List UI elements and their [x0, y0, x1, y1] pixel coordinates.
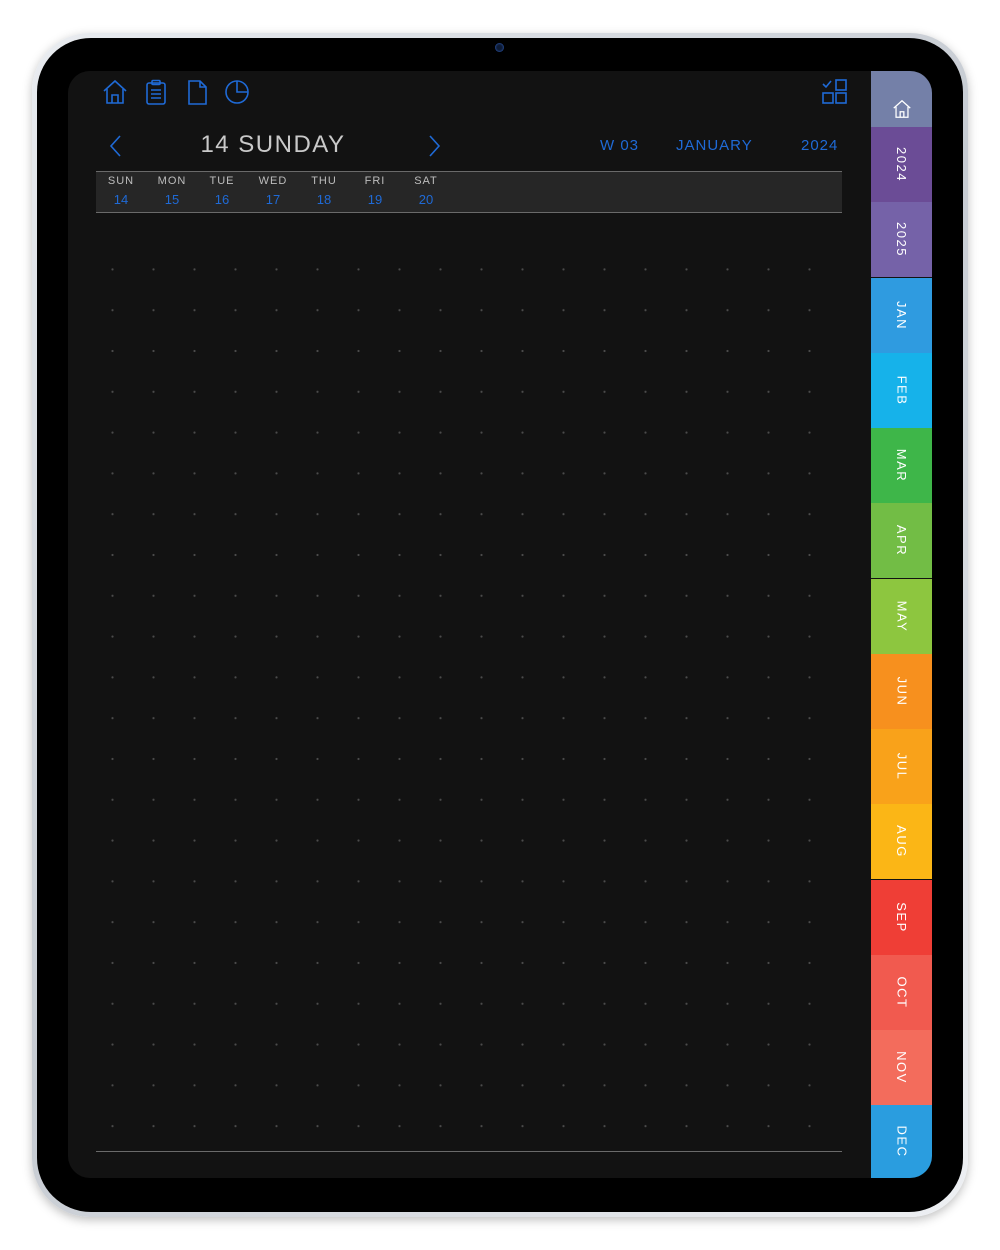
tab-2025[interactable]: 2025: [871, 202, 932, 277]
page-icon[interactable]: [183, 78, 211, 106]
tab-may[interactable]: MAY: [871, 579, 932, 654]
bottom-divider: [96, 1151, 842, 1152]
week-strip: SUN 14 MON 15 TUE 16 WED 17 THU 18 FRI 1…: [96, 171, 842, 213]
page-title: 14 SUNDAY: [200, 131, 346, 158]
tab-label: AUG: [893, 825, 909, 858]
chevron-left-icon[interactable]: [106, 133, 126, 159]
weekday-name: SAT: [414, 175, 438, 187]
weekday-name: WED: [258, 175, 288, 187]
tab-jun[interactable]: JUN: [871, 654, 932, 729]
tab-mar[interactable]: MAR: [871, 428, 932, 503]
weekday-name: SUN: [107, 175, 135, 187]
week-link[interactable]: W 03: [600, 137, 639, 154]
tab-label: SEP: [893, 902, 909, 933]
tab-jul[interactable]: JUL: [871, 729, 932, 804]
front-camera: [495, 43, 504, 52]
weekday-date: 16: [214, 192, 230, 207]
weekday-mon[interactable]: MON 15: [150, 175, 194, 207]
tab-label: DEC: [893, 1125, 909, 1158]
weekday-name: FRI: [364, 175, 386, 187]
tab-nov[interactable]: NOV: [871, 1030, 932, 1105]
tab-label: 2024: [893, 147, 909, 182]
weekday-wed[interactable]: WED 17: [251, 175, 295, 207]
checklist-grid-icon[interactable]: [821, 78, 849, 106]
planner-screen: 14 SUNDAY W 03 JANUARY 2024 SUN 14 MON 1…: [68, 71, 932, 1178]
weekday-date: 20: [418, 192, 434, 207]
weekday-name: THU: [311, 175, 337, 187]
tab-label: JUN: [894, 676, 909, 707]
tab-apr[interactable]: APR: [871, 503, 932, 578]
weekday-name: MON: [157, 175, 187, 187]
pie-chart-icon[interactable]: [223, 78, 251, 106]
weekday-date: 19: [367, 192, 383, 207]
weekday-sat[interactable]: SAT 20: [404, 175, 448, 207]
weekday-date: 17: [265, 192, 281, 207]
month-link[interactable]: JANUARY: [676, 137, 753, 154]
tab-dec[interactable]: DEC: [871, 1105, 932, 1178]
tab-label: MAY: [894, 600, 909, 633]
tab-label: NOV: [893, 1051, 909, 1084]
home-icon: [892, 99, 911, 118]
tab-aug[interactable]: AUG: [871, 804, 932, 879]
weekday-date: 18: [316, 192, 332, 207]
year-link[interactable]: 2024: [801, 137, 838, 154]
tab-label: MAR: [893, 448, 909, 483]
weekday-date: 15: [164, 192, 180, 207]
weekday-sun[interactable]: SUN 14: [99, 175, 143, 207]
tab-feb[interactable]: FEB: [871, 353, 932, 428]
tab-jan[interactable]: JAN: [871, 278, 932, 353]
home-icon[interactable]: [101, 78, 129, 106]
clipboard-icon[interactable]: [142, 78, 170, 106]
side-tabs: 2024 2025 JAN FEB MAR APR MAY JUN JUL AU…: [871, 71, 932, 1178]
weekday-date: 14: [113, 192, 129, 207]
dot-grid-notes-area[interactable]: [92, 249, 848, 1129]
tab-label: APR: [893, 524, 909, 557]
tab-label: JAN: [894, 300, 909, 331]
tab-label: OCT: [893, 976, 909, 1009]
tab-label: FEB: [893, 375, 909, 406]
tab-label: JUL: [894, 752, 909, 781]
chevron-right-icon[interactable]: [424, 133, 444, 159]
weekday-tue[interactable]: TUE 16: [200, 175, 244, 207]
tab-label: 2025: [893, 222, 909, 257]
tab-sep[interactable]: SEP: [871, 880, 932, 955]
weekday-thu[interactable]: THU 18: [302, 175, 346, 207]
tab-2024[interactable]: 2024: [871, 127, 932, 202]
tab-oct[interactable]: OCT: [871, 955, 932, 1030]
weekday-fri[interactable]: FRI 19: [353, 175, 397, 207]
weekday-name: TUE: [209, 175, 235, 187]
